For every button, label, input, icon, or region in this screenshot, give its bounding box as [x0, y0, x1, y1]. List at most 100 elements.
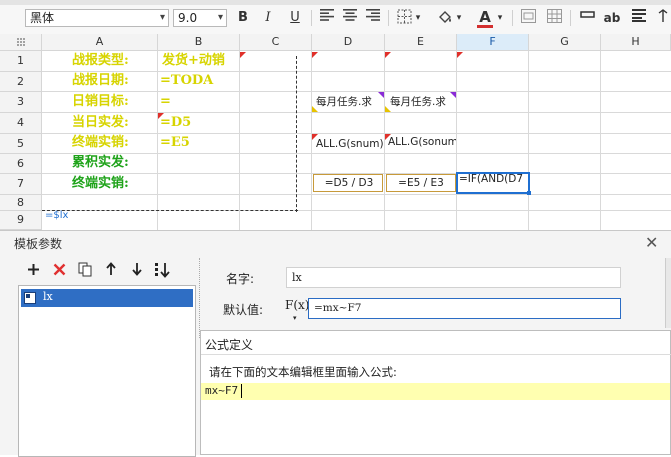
- add-icon[interactable]: [24, 262, 42, 280]
- cell-a6[interactable]: 累积实发:: [72, 153, 129, 173]
- select-all-corner[interactable]: [0, 34, 42, 51]
- formula-text[interactable]: mx~F7: [205, 384, 238, 397]
- default-value-input[interactable]: =mx~F7: [308, 298, 621, 319]
- fill-handle[interactable]: [527, 191, 531, 195]
- font-family-select[interactable]: 黑体 ▾: [25, 9, 169, 27]
- font-color-button[interactable]: A: [476, 9, 494, 28]
- splitter[interactable]: [199, 258, 202, 338]
- chevron-down-icon[interactable]: ▾: [495, 9, 505, 27]
- column-header-f[interactable]: F: [457, 34, 529, 51]
- bold-button[interactable]: B: [234, 9, 252, 27]
- cell-f7[interactable]: =IF(AND(D7: [459, 169, 527, 189]
- align-center-icon: [343, 9, 357, 21]
- formula-instruction: 请在下面的文本编辑框里面输入公式:: [209, 365, 397, 379]
- delete-icon[interactable]: [50, 262, 68, 280]
- column-header-e[interactable]: E: [385, 34, 457, 51]
- spreadsheet-grid[interactable]: A B C D E F G H 1 2 3 4 5 6 7 8 9 战报类型: …: [0, 34, 671, 230]
- column-header-c[interactable]: C: [240, 34, 312, 51]
- cell-e7[interactable]: =E5 / E3: [388, 173, 454, 193]
- cell-b5[interactable]: =E5: [160, 133, 190, 153]
- cell-d5[interactable]: ALL.G(snum): [316, 134, 384, 154]
- column-header-d[interactable]: D: [312, 34, 385, 51]
- row-header-1[interactable]: 1: [0, 51, 42, 72]
- row-header-4[interactable]: 4: [0, 113, 42, 134]
- scrollbar[interactable]: [665, 258, 671, 328]
- param-name: lx: [43, 290, 53, 303]
- cell-b3[interactable]: =: [160, 92, 171, 112]
- underline-button[interactable]: U: [286, 9, 304, 27]
- grid-line: [42, 71, 671, 72]
- wrap-text-button[interactable]: ab: [603, 9, 621, 27]
- row-header-2[interactable]: 2: [0, 72, 42, 92]
- font-size-select[interactable]: 9.0 ▾: [173, 9, 227, 27]
- row-height-button[interactable]: [578, 9, 596, 27]
- border-icon: [397, 9, 411, 24]
- close-icon[interactable]: ✕: [645, 233, 658, 252]
- move-up-icon[interactable]: [102, 262, 120, 280]
- cell-d7[interactable]: =D5 / D3: [316, 173, 382, 193]
- cell-b2[interactable]: =TODA: [160, 71, 213, 91]
- indent-button[interactable]: [630, 9, 648, 27]
- align-left-button[interactable]: [318, 9, 336, 27]
- list-item[interactable]: lx: [21, 289, 193, 307]
- chevron-down-icon[interactable]: ▾: [160, 10, 165, 26]
- row-header-6[interactable]: 6: [0, 154, 42, 174]
- row-header-3[interactable]: 3: [0, 92, 42, 113]
- cell-a1[interactable]: 战报类型:: [72, 51, 129, 71]
- cell-a8[interactable]: =$lx: [45, 208, 68, 224]
- cell-a2[interactable]: 战报日期:: [72, 71, 129, 91]
- row-header-9[interactable]: 9: [0, 211, 42, 230]
- row-header-8[interactable]: 8: [0, 195, 42, 211]
- chevron-down-icon[interactable]: ▾: [454, 9, 464, 27]
- cell-e3[interactable]: 每月任务.求: [390, 92, 456, 112]
- cell-a4[interactable]: 当日实发:: [72, 113, 129, 133]
- merge-cells-button[interactable]: [519, 9, 537, 27]
- column-header-h[interactable]: H: [601, 34, 671, 51]
- table-grid-button[interactable]: [545, 9, 563, 27]
- cell-a5[interactable]: 终端实销:: [72, 133, 129, 153]
- align-center-button[interactable]: [341, 9, 359, 27]
- toolbar-divider: [570, 10, 571, 26]
- sort-icon[interactable]: [154, 262, 172, 280]
- more-tools-button[interactable]: [654, 9, 671, 27]
- arrow-down-icon: [132, 263, 142, 276]
- toolbar-divider: [311, 10, 312, 26]
- cell-d3[interactable]: 每月任务.求: [316, 92, 384, 112]
- chevron-down-icon[interactable]: ▾: [413, 9, 423, 27]
- copy-icon[interactable]: [76, 262, 94, 280]
- grid-line: [528, 51, 529, 230]
- cell-b4[interactable]: =D5: [160, 113, 191, 133]
- chevron-down-icon[interactable]: ▾: [218, 10, 223, 26]
- font-size-value: 9.0: [178, 11, 198, 25]
- template-params-dialog: 模板参数 ✕ lx 名字: lx 默认值: F(x) ▾ =mx~F7 公式定义: [0, 230, 671, 457]
- row-header-5[interactable]: 5: [0, 134, 42, 154]
- align-left-icon: [320, 9, 334, 21]
- align-right-button[interactable]: [364, 9, 382, 27]
- column-header-a[interactable]: A: [42, 34, 158, 51]
- column-header-g[interactable]: G: [529, 34, 601, 51]
- formula-editor[interactable]: mx~F7: [201, 383, 670, 400]
- grid-line: [384, 51, 385, 230]
- grid-dots-icon: [16, 38, 25, 46]
- move-down-icon[interactable]: [128, 262, 146, 280]
- grid-line: [42, 112, 671, 113]
- cell-a7[interactable]: 终端实销:: [72, 174, 129, 194]
- column-header-b[interactable]: B: [158, 34, 240, 51]
- cell-e5[interactable]: ALL.G(sonum: [388, 132, 456, 152]
- formula-button[interactable]: F(x) ▾: [285, 298, 309, 322]
- row-height-icon: [579, 11, 595, 18]
- param-list[interactable]: lx: [18, 285, 196, 457]
- fill-color-button[interactable]: [436, 9, 454, 27]
- grid-line: [600, 51, 601, 230]
- page-break-line-vertical: [296, 56, 297, 212]
- cell-b1[interactable]: 发货+动销: [162, 51, 225, 71]
- cell-a3[interactable]: 日销目标:: [72, 92, 129, 112]
- border-button[interactable]: [395, 9, 413, 27]
- red-x-icon: [53, 263, 65, 276]
- row-header-7[interactable]: 7: [0, 174, 42, 195]
- name-input[interactable]: lx: [286, 267, 621, 288]
- cell-comment-marker: [312, 52, 318, 58]
- default-value-label: 默认值:: [223, 303, 264, 317]
- italic-button[interactable]: I: [259, 9, 277, 27]
- text-caret: [241, 384, 242, 398]
